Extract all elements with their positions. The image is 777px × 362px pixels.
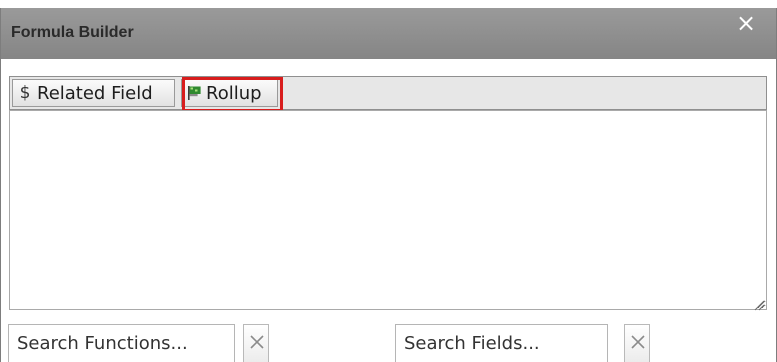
- dollar-icon: $: [19, 83, 31, 103]
- formula-editor[interactable]: [9, 110, 767, 310]
- rollup-label: Rollup: [206, 82, 262, 104]
- clear-x-icon: [250, 335, 264, 349]
- dialog-title: Formula Builder: [11, 24, 134, 41]
- clear-x-icon: [631, 335, 645, 349]
- formula-builder-dialog: Formula Builder × $ Related Field Rollup: [0, 8, 777, 362]
- close-icon[interactable]: ×: [734, 11, 758, 35]
- flag-icon: [186, 85, 202, 101]
- related-field-label: Related Field: [37, 82, 153, 104]
- search-fields-input[interactable]: [395, 324, 608, 362]
- search-functions-input[interactable]: [8, 324, 235, 362]
- formula-toolbar: $ Related Field Rollup: [9, 76, 767, 112]
- rollup-button[interactable]: Rollup: [181, 79, 278, 107]
- clear-functions-button[interactable]: [243, 324, 269, 362]
- related-field-button[interactable]: $ Related Field: [12, 79, 175, 107]
- dialog-titlebar[interactable]: Formula Builder ×: [1, 8, 776, 59]
- clear-fields-button[interactable]: [624, 324, 650, 362]
